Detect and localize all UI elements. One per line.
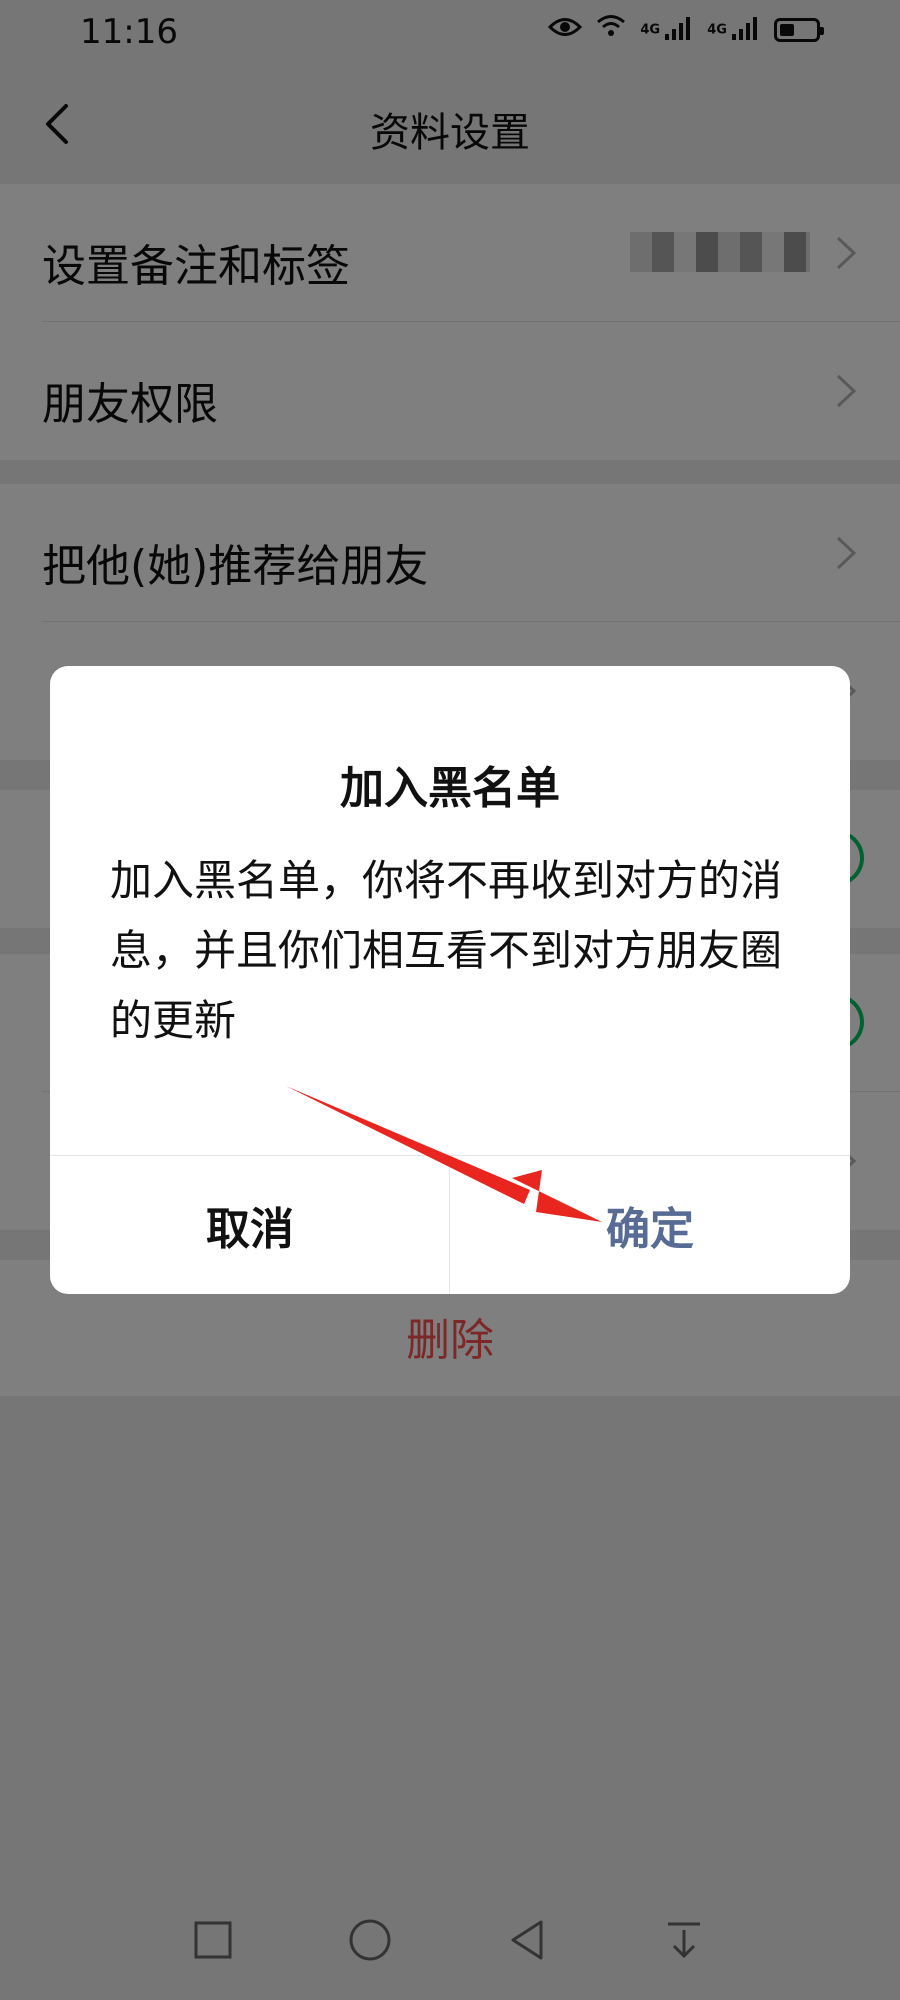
home-icon[interactable] [340,1910,400,1970]
red-arrow-annotation [286,1086,602,1222]
dialog-title: 加入黑名单 [340,763,560,814]
android-nav-bar [0,1880,900,2000]
back-nav-icon[interactable] [497,1910,557,1970]
dialog-message: 加入黑名单，你将不再收到对方的消息，并且你们相互看不到对方朋友圈的更新 [110,856,783,1045]
notification-pull-icon[interactable] [654,1910,714,1970]
recent-apps-icon[interactable] [183,1910,243,1970]
